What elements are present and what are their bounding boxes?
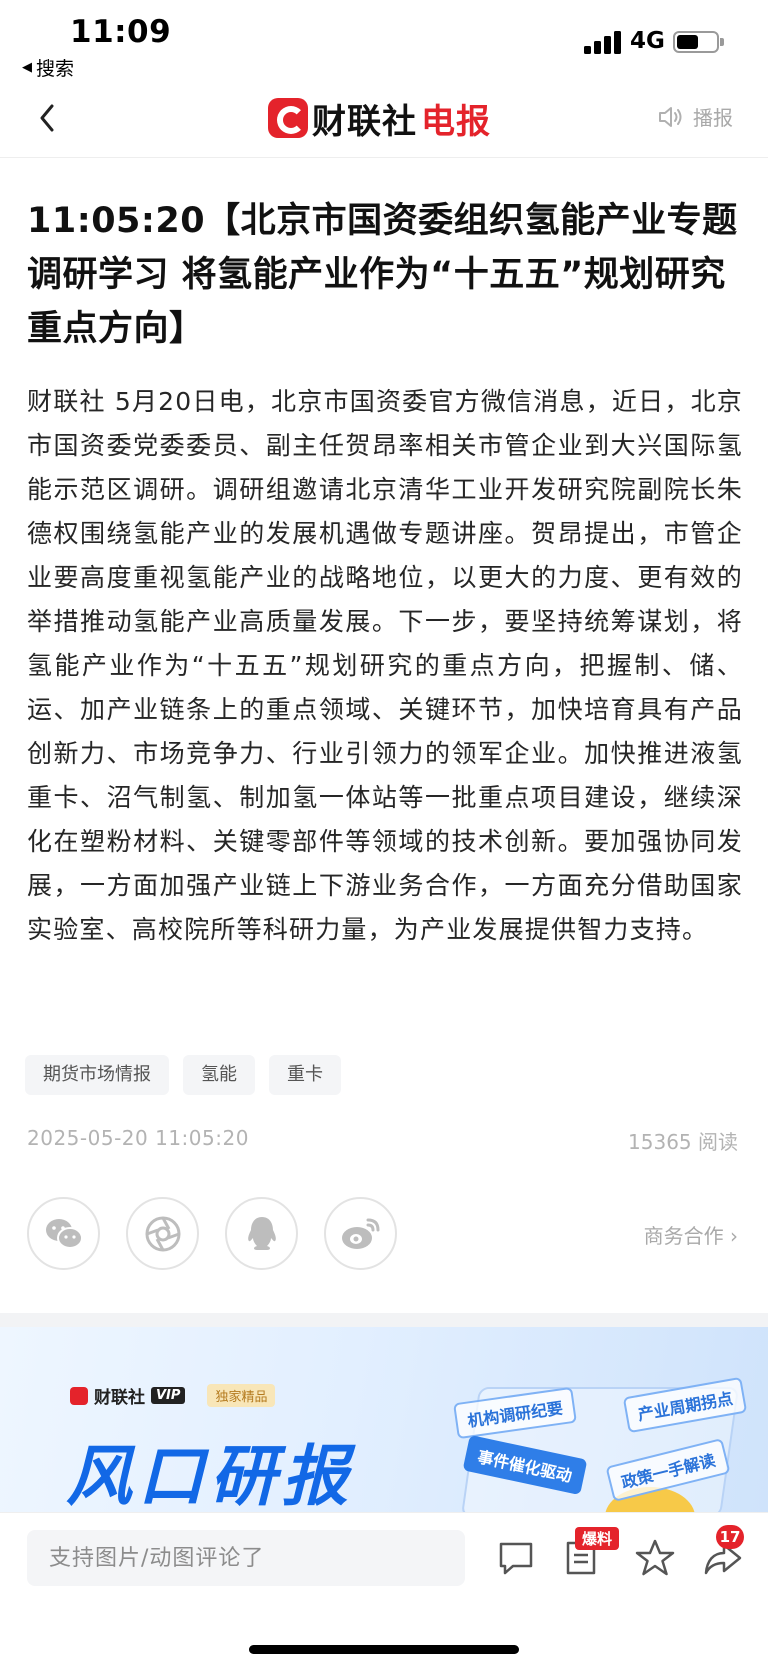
article-headline: 11:05:20【北京市国资委组织氢能产业专题调研学习 将氢能产业作为“十五五”… — [27, 201, 738, 349]
banner-brand-name: 财联社 — [94, 1388, 145, 1408]
broadcast-label: 播报 — [693, 106, 733, 130]
moments-icon — [145, 1216, 180, 1251]
brand-c-icon — [268, 98, 308, 138]
nav-divider — [0, 157, 768, 158]
back-to-app-button[interactable]: ◀ 搜索 — [22, 54, 74, 81]
news-tip-badge: 爆料 — [575, 1527, 620, 1550]
battery-icon — [673, 31, 724, 53]
exclusive-badge: 独家精品 — [207, 1384, 276, 1407]
wechat-icon — [45, 1218, 83, 1249]
tag-item[interactable]: 期货市场情报 — [25, 1055, 169, 1095]
brand-suffix: 电报 — [421, 101, 491, 142]
section-divider — [0, 1313, 768, 1327]
promo-banner[interactable]: 财联社 VIP 独家精品 风口研报 机构调研纪要 产业周期拐点 事件催化驱动 政… — [0, 1327, 768, 1512]
share-wechat-button[interactable] — [27, 1197, 100, 1270]
tag-item[interactable]: 重卡 — [269, 1055, 341, 1095]
back-triangle-icon: ◀ — [22, 60, 32, 75]
vip-badge: VIP — [151, 1387, 186, 1404]
banner-brand: 财联社 VIP 独家精品 — [70, 1383, 276, 1408]
tag-item[interactable]: 氢能 — [183, 1055, 255, 1095]
qq-icon — [247, 1216, 276, 1250]
cellular-signal-icon — [584, 30, 622, 54]
broadcast-button[interactable]: 播报 — [657, 102, 733, 131]
brand-logo: 财联社 电报 — [268, 94, 491, 142]
star-icon[interactable] — [634, 1537, 676, 1579]
share-qq-button[interactable] — [225, 1197, 298, 1270]
battery-fill — [677, 35, 698, 49]
brand-name: 财联社 — [312, 101, 417, 142]
bottom-bar: 爆料 17 — [0, 1512, 768, 1662]
home-indicator — [249, 1645, 519, 1654]
back-chevron-icon[interactable] — [30, 98, 70, 138]
nav-bar: 财联社 电报 播报 — [0, 88, 768, 158]
share-row — [27, 1197, 397, 1270]
publish-date: 2025-05-20 11:05:20 — [27, 1126, 249, 1150]
network-type: 4G — [630, 28, 665, 54]
read-count: 15365 阅读 — [628, 1130, 738, 1154]
article-body: 财联社 5月20日电，北京市国资委官方微信消息，近日，北京市国资委党委委员、副主… — [27, 387, 743, 944]
weibo-icon — [341, 1218, 379, 1249]
status-time: 11:09 — [70, 14, 172, 50]
tag-list: 期货市场情报 氢能 重卡 — [25, 1055, 341, 1095]
share-moments-button[interactable] — [126, 1197, 199, 1270]
status-bar: 11:09 ◀ 搜索 4G — [0, 0, 768, 88]
business-cooperation-link[interactable]: 商务合作 › — [644, 1220, 738, 1249]
comment-icon[interactable] — [495, 1537, 537, 1579]
comment-input[interactable] — [27, 1530, 465, 1586]
share-weibo-button[interactable] — [324, 1197, 397, 1270]
banner-logo-icon — [70, 1386, 88, 1405]
share-count-badge: 17 — [716, 1525, 744, 1549]
banner-title: 风口研报 — [66, 1438, 354, 1512]
back-app-label: 搜索 — [36, 58, 75, 80]
speaker-icon — [659, 106, 682, 127]
